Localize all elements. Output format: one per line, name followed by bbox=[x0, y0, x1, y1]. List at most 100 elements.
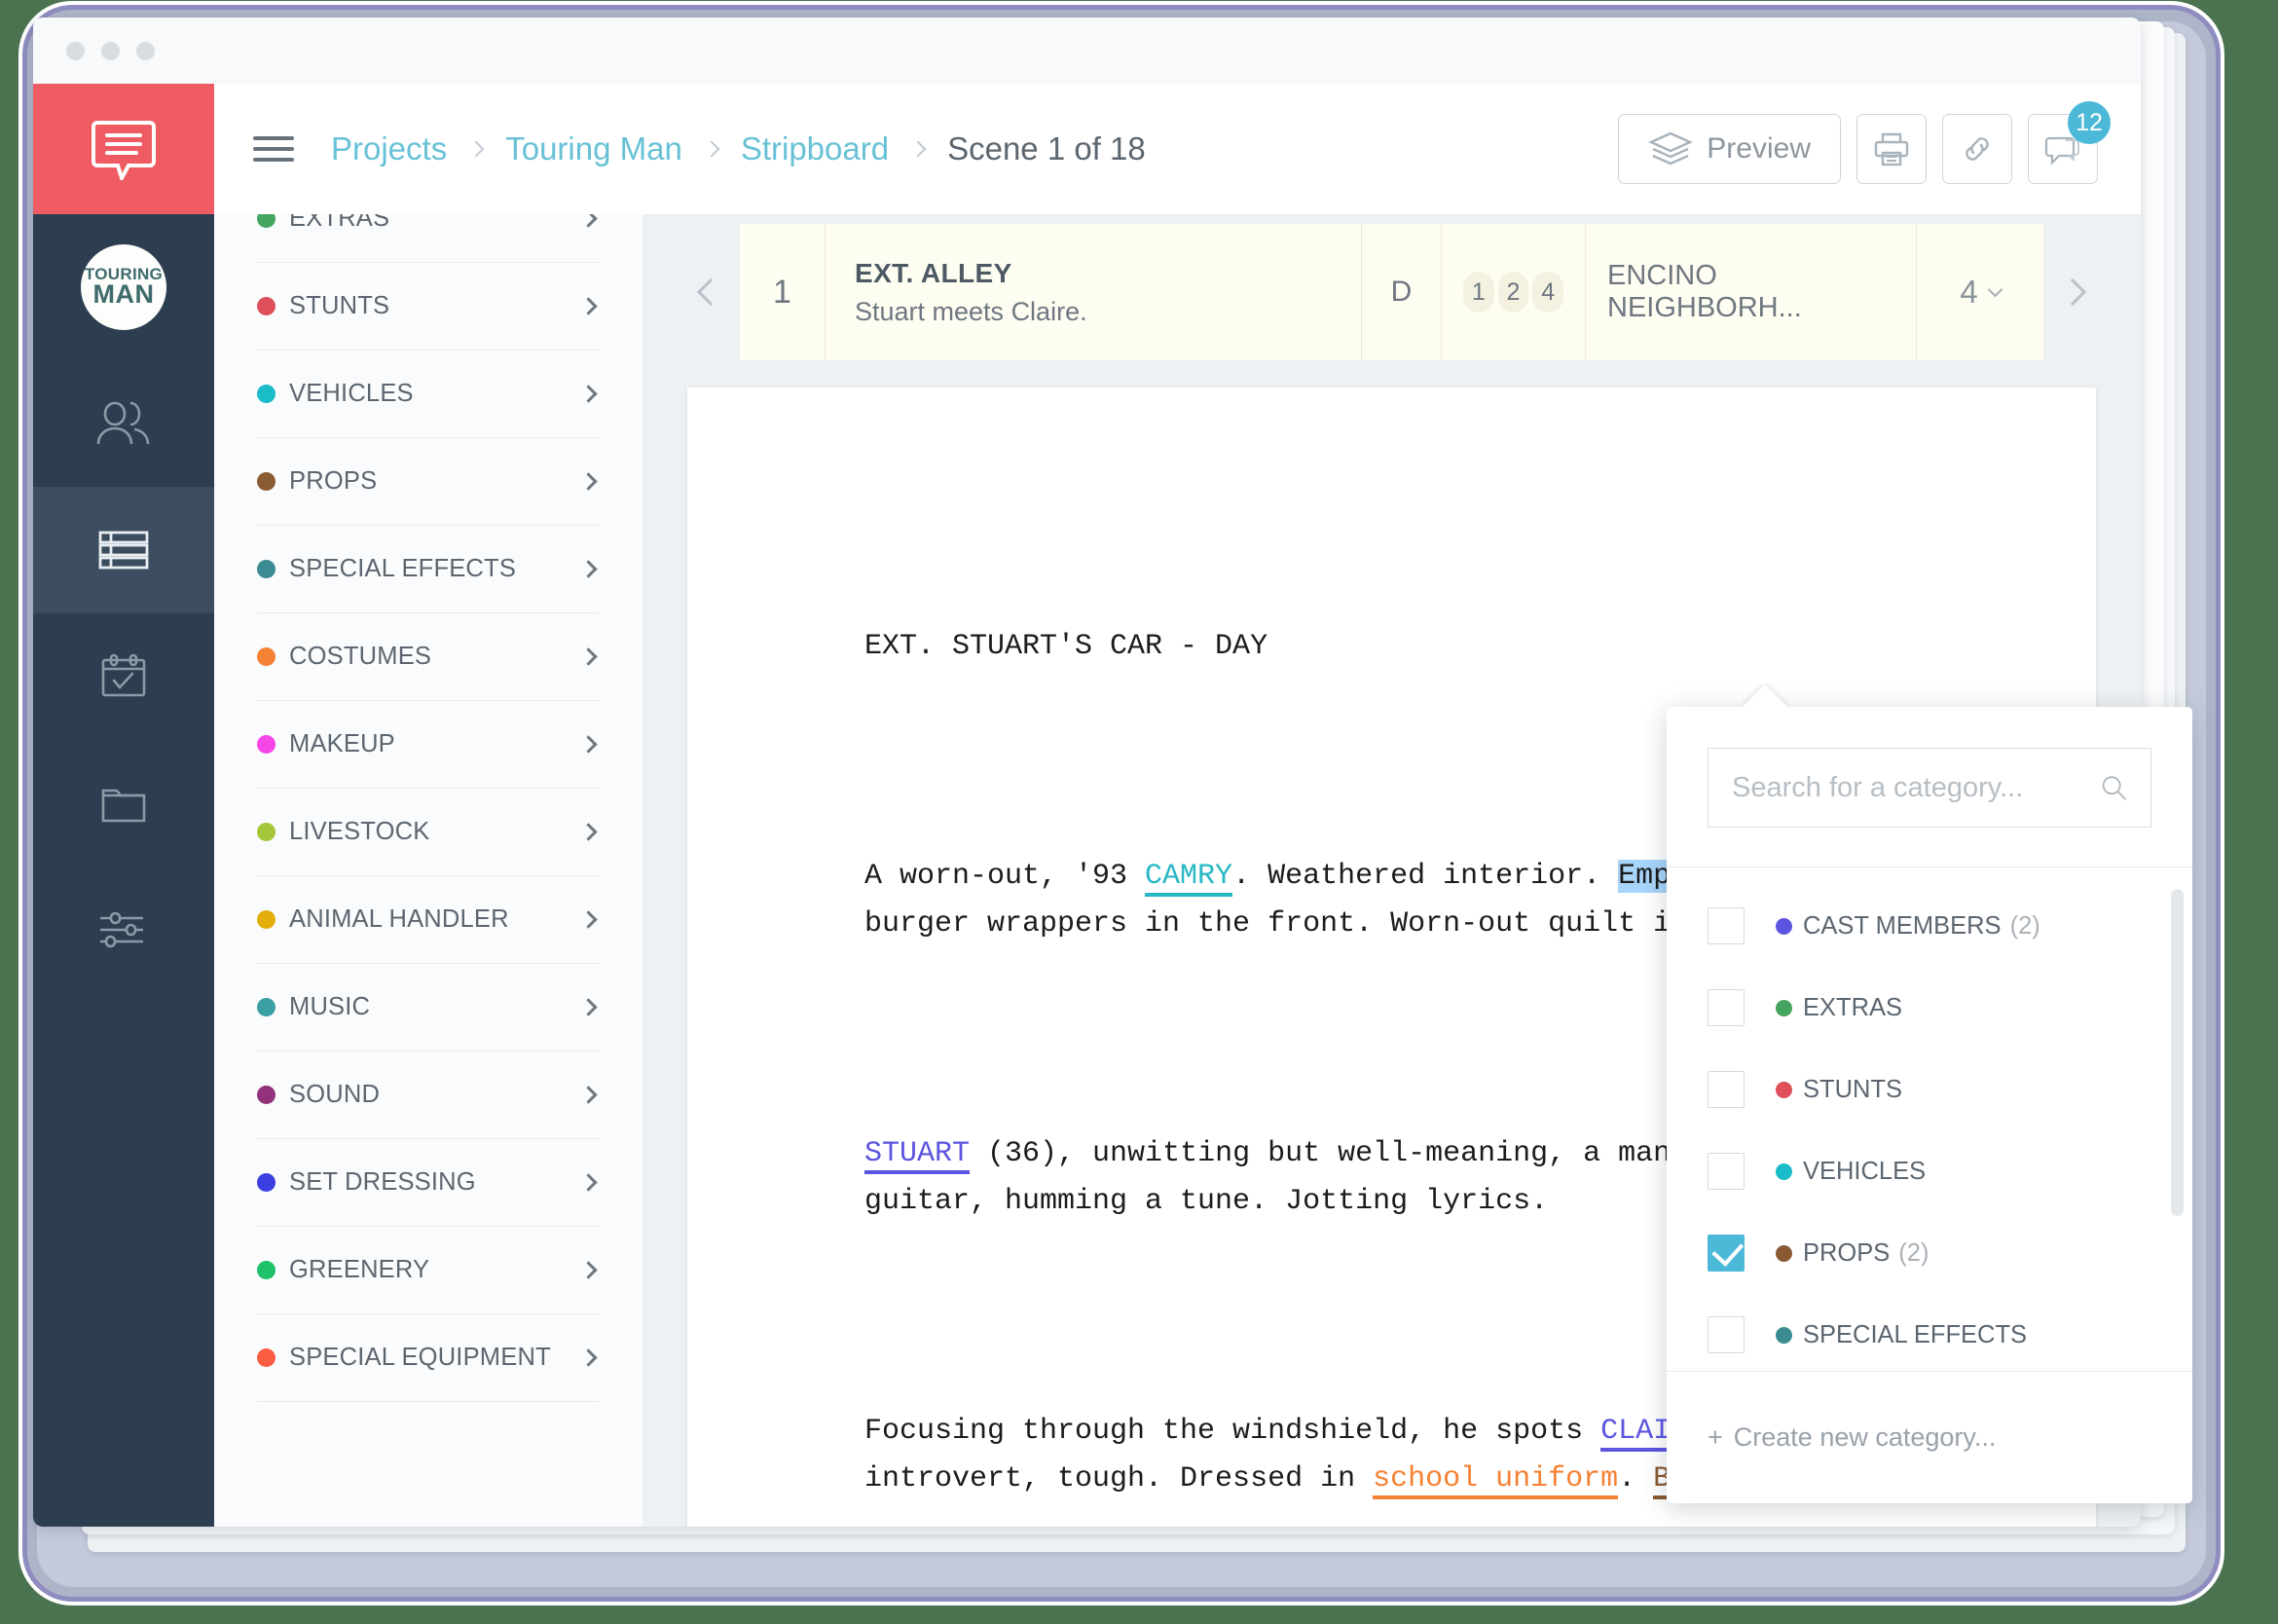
text-run: A worn-out, '93 bbox=[864, 860, 1146, 894]
primary-nav-rail: TOURING MAN bbox=[33, 84, 214, 1527]
preview-button[interactable]: Preview bbox=[1618, 114, 1841, 184]
sidebar-category-14[interactable]: SPECIAL EQUIPMENT bbox=[257, 1314, 600, 1402]
scene-page-count-value: 4 bbox=[1960, 274, 1978, 310]
comments-badge: 12 bbox=[2068, 101, 2111, 144]
category-label: PROPS bbox=[289, 467, 378, 495]
chevron-down-icon bbox=[1987, 281, 2002, 297]
sidebar-category-8[interactable]: LIVESTOCK bbox=[257, 789, 600, 876]
breadcrumb-item-projects[interactable]: Projects bbox=[331, 130, 447, 167]
tag-vehicle-camry[interactable]: CAMRY bbox=[1145, 860, 1233, 898]
category-option-label: STUNTS bbox=[1803, 1075, 1902, 1103]
script-scene-heading: EXT. STUART'S CAR - DAY bbox=[864, 623, 2096, 671]
calendar-check-icon bbox=[101, 653, 146, 697]
search-input[interactable] bbox=[1732, 771, 2099, 804]
sidebar-category-3[interactable]: VEHICLES bbox=[257, 351, 600, 438]
sidebar-category-5[interactable]: SPECIAL EFFECTS bbox=[257, 526, 600, 613]
checkbox[interactable] bbox=[1708, 989, 1745, 1026]
create-new-category-button[interactable]: + Create new category... bbox=[1667, 1371, 2192, 1503]
search-icon[interactable] bbox=[2099, 768, 2129, 807]
chevron-right-icon bbox=[579, 385, 598, 403]
prev-scene-button[interactable] bbox=[681, 214, 740, 370]
category-color-swatch bbox=[257, 735, 276, 754]
chevron-right-icon bbox=[579, 823, 598, 841]
rail-item-files[interactable] bbox=[33, 740, 214, 867]
chevron-right-icon bbox=[579, 910, 598, 929]
sidebar-category-10[interactable]: MUSIC bbox=[257, 964, 600, 1052]
category-option-stunts[interactable]: STUNTS bbox=[1667, 1049, 2192, 1130]
scene-cast-ids: 1 2 4 bbox=[1442, 224, 1586, 360]
rail-item-schedule[interactable] bbox=[33, 613, 214, 740]
popup-pointer bbox=[1743, 683, 1789, 707]
category-label: SPECIAL EFFECTS bbox=[289, 555, 517, 582]
checkbox[interactable] bbox=[1708, 907, 1745, 944]
sidebar-category-11[interactable]: SOUND bbox=[257, 1052, 600, 1139]
category-option-props[interactable]: PROPS (2) bbox=[1667, 1212, 2192, 1294]
cast-id-pill: 1 bbox=[1463, 272, 1494, 313]
sidebar-category-9[interactable]: ANIMAL HANDLER bbox=[257, 876, 600, 964]
tag-costume-school-uniform[interactable]: school uniform bbox=[1373, 1461, 1619, 1499]
category-option-cast-members[interactable]: CAST MEMBERS (2) bbox=[1667, 885, 2192, 967]
plus-icon: + bbox=[1708, 1422, 1723, 1452]
category-option-list: CAST MEMBERS (2) EXTRAS STUNTS VEHICLES bbox=[1667, 867, 2192, 1371]
sidebar-category-6[interactable]: COSTUMES bbox=[257, 613, 600, 701]
chevron-right-icon bbox=[579, 1261, 598, 1279]
category-option-special-effects[interactable]: SPECIAL EFFECTS bbox=[1667, 1294, 2192, 1371]
avatar-line-2: MAN bbox=[92, 279, 155, 310]
text-run: introvert, tough. Dressed in bbox=[864, 1461, 1374, 1495]
next-scene-button[interactable] bbox=[2043, 214, 2102, 370]
rail-item-stripboard[interactable] bbox=[33, 487, 214, 613]
comments-button[interactable]: 12 bbox=[2028, 101, 2111, 184]
copy-link-button[interactable] bbox=[1942, 114, 2012, 184]
chevron-right-icon bbox=[579, 1348, 598, 1367]
create-new-category-label: Create new category... bbox=[1733, 1422, 1997, 1452]
hamburger-icon[interactable] bbox=[253, 129, 294, 168]
category-option-extras[interactable]: EXTRAS bbox=[1667, 967, 2192, 1049]
category-label: COSTUMES bbox=[289, 643, 432, 670]
sidebar-category-4[interactable]: PROPS bbox=[257, 438, 600, 526]
sidebar-category-2[interactable]: STUNTS bbox=[257, 263, 600, 351]
category-color-swatch bbox=[257, 472, 276, 491]
category-label: GREENERY bbox=[289, 1256, 430, 1283]
chevron-right-icon bbox=[579, 998, 598, 1016]
popup-scrollbar-thumb[interactable] bbox=[2171, 889, 2184, 1216]
window-maximize-dot[interactable] bbox=[136, 41, 155, 60]
checkbox[interactable] bbox=[1708, 1153, 1745, 1190]
rail-item-settings[interactable] bbox=[33, 867, 214, 993]
checkbox[interactable] bbox=[1708, 1316, 1745, 1353]
chevron-right-icon bbox=[579, 560, 598, 578]
scene-strip[interactable]: 1 EXT. ALLEY Stuart meets Claire. D 1 2 … bbox=[740, 224, 2043, 360]
checkbox[interactable] bbox=[1708, 1235, 1745, 1272]
breadcrumb-item-stripboard[interactable]: Stripboard bbox=[741, 130, 889, 167]
category-option-vehicles[interactable]: VEHICLES bbox=[1667, 1130, 2192, 1212]
project-avatar[interactable]: TOURING MAN bbox=[33, 214, 214, 360]
category-search-box[interactable] bbox=[1708, 748, 2151, 828]
chevron-right-icon bbox=[579, 297, 598, 315]
sidebar-category-12[interactable]: SET DRESSING bbox=[257, 1139, 600, 1227]
scene-slug-cell: EXT. ALLEY Stuart meets Claire. bbox=[826, 224, 1362, 360]
category-color-swatch bbox=[257, 647, 276, 666]
checkbox[interactable] bbox=[1708, 1071, 1745, 1108]
scene-page-count[interactable]: 4 bbox=[1917, 224, 2043, 360]
sidebar-category-7[interactable]: MAKEUP bbox=[257, 701, 600, 789]
category-color-swatch bbox=[257, 1173, 276, 1192]
category-label: LIVESTOCK bbox=[289, 818, 430, 845]
print-button[interactable] bbox=[1856, 114, 1927, 184]
category-color-swatch bbox=[257, 1261, 276, 1279]
chevron-right-icon bbox=[579, 1086, 598, 1104]
breadcrumb-item-touring-man[interactable]: Touring Man bbox=[505, 130, 682, 167]
category-color-swatch bbox=[257, 1348, 276, 1367]
tag-cast-stuart[interactable]: STUART bbox=[864, 1137, 971, 1175]
breadcrumb-item-current: Scene 1 of 18 bbox=[947, 130, 1146, 166]
scene-location: ENCINO NEIGHBORH... bbox=[1586, 224, 1917, 360]
window-close-dot[interactable] bbox=[66, 41, 85, 60]
sidebar-category-13[interactable]: GREENERY bbox=[257, 1227, 600, 1314]
category-sidebar: CAST MEMBERS EXTRAS STUNTS VEHICLES bbox=[214, 84, 643, 1527]
category-option-count: (2) bbox=[2009, 911, 2040, 940]
category-label: SET DRESSING bbox=[289, 1168, 476, 1196]
speech-bubble-logo-icon bbox=[92, 121, 156, 180]
layers-icon bbox=[1648, 131, 1694, 166]
window-minimize-dot[interactable] bbox=[101, 41, 120, 60]
app-logo[interactable] bbox=[33, 84, 214, 214]
avatar: TOURING MAN bbox=[81, 244, 166, 330]
rail-item-contacts[interactable] bbox=[33, 360, 214, 487]
